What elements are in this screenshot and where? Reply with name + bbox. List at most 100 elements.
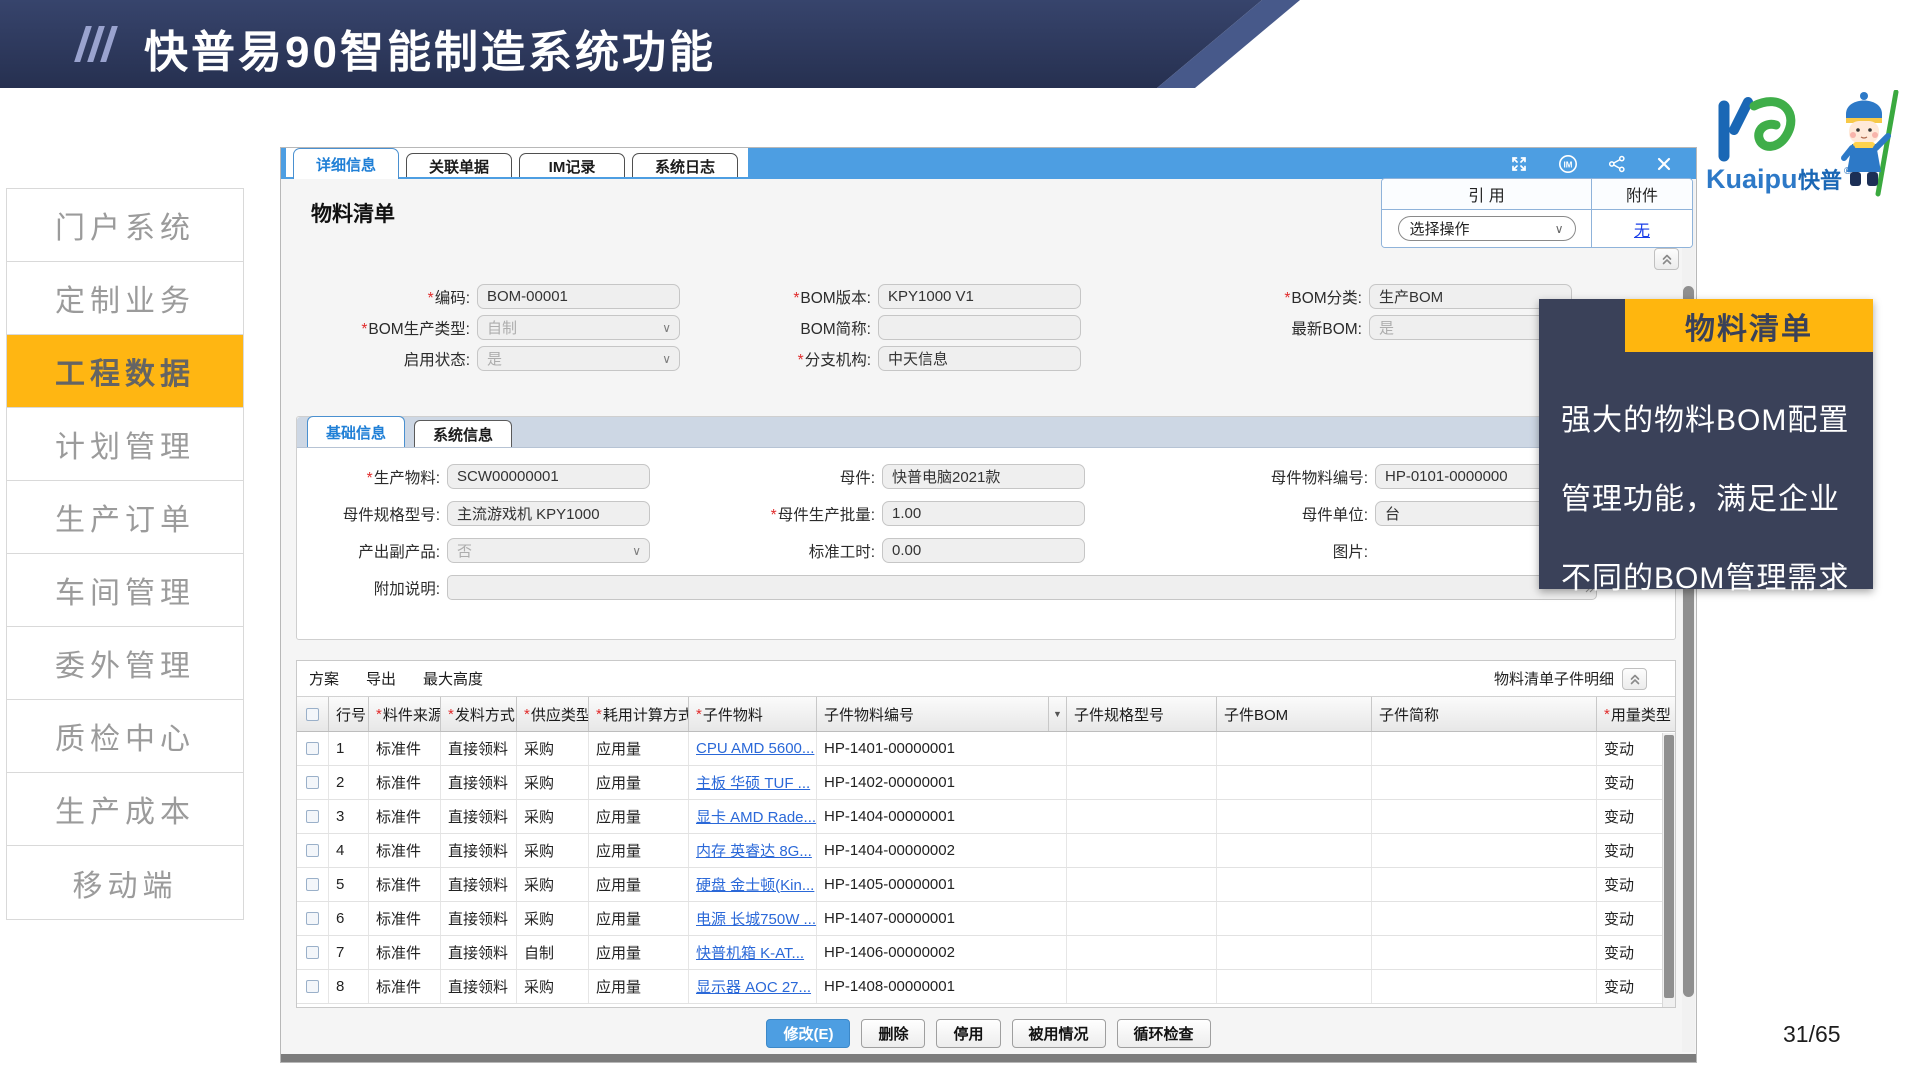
- field-value: 台: [1385, 503, 1400, 524]
- expand-icon[interactable]: [1510, 155, 1528, 173]
- cell-check[interactable]: [297, 902, 329, 935]
- cell-item[interactable]: 硬盘 金士顿(Kin...: [689, 868, 817, 901]
- sidebar-item-9[interactable]: 生产成本: [7, 773, 243, 846]
- field-parent-item-input[interactable]: 快普电脑2021款: [882, 464, 1085, 489]
- cell-supply: 采购: [517, 732, 589, 765]
- field-code-input[interactable]: BOM-00001: [477, 284, 680, 309]
- table-row[interactable]: 8标准件直接领料采购应用量显示器 AOC 27...HP-1408-000000…: [297, 970, 1675, 1004]
- cell-check[interactable]: [297, 732, 329, 765]
- field-branch-input[interactable]: 中天信息: [878, 346, 1081, 371]
- sidebar-item-3[interactable]: 工程数据: [7, 335, 243, 408]
- window-horizontal-scrollbar[interactable]: [281, 1054, 1696, 1062]
- field-enabled-status-select[interactable]: 是∨: [477, 346, 680, 371]
- sidebar-item-7[interactable]: 委外管理: [7, 627, 243, 700]
- required-asterisk: *: [798, 352, 804, 369]
- chevron-down-icon: ∨: [1555, 222, 1564, 236]
- field-bom-production-type: *BOM生产类型:自制∨: [281, 312, 680, 343]
- field-value: 1.00: [892, 505, 921, 522]
- row-checkbox[interactable]: [306, 776, 319, 789]
- row-checkbox[interactable]: [306, 844, 319, 857]
- attachment-link[interactable]: 无: [1634, 217, 1650, 241]
- tab-4[interactable]: 系统日志: [632, 153, 738, 179]
- share-icon[interactable]: [1608, 155, 1626, 173]
- sidebar-item-4[interactable]: 计划管理: [7, 408, 243, 481]
- cell-line_no: 7: [329, 936, 369, 969]
- grid-toolbar-item-3[interactable]: 最大高度: [423, 668, 483, 689]
- collapse-panel-button[interactable]: [1654, 248, 1679, 270]
- sidebar-item-10[interactable]: 移动端: [7, 846, 243, 919]
- table-row[interactable]: 2标准件直接领料采购应用量主板 华硕 TUF ...HP-1402-000000…: [297, 766, 1675, 800]
- row-checkbox[interactable]: [306, 878, 319, 891]
- field-bom-production-type-select[interactable]: 自制∨: [477, 315, 680, 340]
- cycle-check-button[interactable]: 循环检查: [1117, 1019, 1211, 1048]
- cell-item[interactable]: 显示器 AOC 27...: [689, 970, 817, 1003]
- operation-select[interactable]: 选择操作 ∨: [1398, 216, 1576, 241]
- sidebar-item-5[interactable]: 生产订单: [7, 481, 243, 554]
- modify-button[interactable]: 修改(E): [766, 1019, 850, 1048]
- table-row[interactable]: 1标准件直接领料采购应用量CPU AMD 5600...HP-1401-0000…: [297, 732, 1675, 766]
- table-row[interactable]: 6标准件直接领料采购应用量电源 长城750W ...HP-1407-000000…: [297, 902, 1675, 936]
- table-row[interactable]: 5标准件直接领料采购应用量硬盘 金士顿(Kin...HP-1405-000000…: [297, 868, 1675, 902]
- field-production-material-input[interactable]: SCW00000001: [447, 464, 650, 489]
- cell-item[interactable]: 内存 英睿达 8G...: [689, 834, 817, 867]
- subtab-1[interactable]: 基础信息: [307, 416, 405, 447]
- row-checkbox[interactable]: [306, 946, 319, 959]
- sidebar-item-8[interactable]: 质检中心: [7, 700, 243, 773]
- grid-toolbar-item-2[interactable]: 导出: [366, 668, 396, 689]
- cell-issue: 直接领料: [441, 868, 517, 901]
- grid-col-header-short: 子件简称: [1372, 697, 1597, 731]
- table-row[interactable]: 3标准件直接领料采购应用量显卡 AMD Rade...HP-1404-00000…: [297, 800, 1675, 834]
- cell-item[interactable]: 电源 长城750W ...: [689, 902, 817, 935]
- field-production-material: *生产物料:SCW00000001: [297, 461, 650, 492]
- required-asterisk: *: [1604, 706, 1610, 723]
- field-standard-hours-input[interactable]: 0.00: [882, 538, 1085, 563]
- im-icon[interactable]: IM: [1558, 154, 1578, 174]
- collapse-grid-button[interactable]: [1622, 668, 1647, 690]
- sidebar-item-1[interactable]: 门户系统: [7, 189, 243, 262]
- cell-item[interactable]: CPU AMD 5600...: [689, 732, 817, 765]
- sidebar-item-6[interactable]: 车间管理: [7, 554, 243, 627]
- disable-button[interactable]: 停用: [936, 1019, 1000, 1048]
- field-by-product-select[interactable]: 否∨: [447, 538, 650, 563]
- column-filter-icon[interactable]: ▼: [1048, 697, 1066, 731]
- field-bom-short-name-input[interactable]: [878, 315, 1081, 340]
- subtab-2[interactable]: 系统信息: [414, 420, 512, 447]
- table-row[interactable]: 4标准件直接领料采购应用量内存 英睿达 8G...HP-1404-0000000…: [297, 834, 1675, 868]
- cell-item[interactable]: 快普机箱 K-AT...: [689, 936, 817, 969]
- grid-scrollbar-thumb[interactable]: [1664, 735, 1674, 998]
- field-extra-note-input[interactable]: [447, 575, 1597, 600]
- field-parent-batch-input[interactable]: 1.00: [882, 501, 1085, 526]
- used-info-button[interactable]: 被用情况: [1012, 1019, 1106, 1048]
- required-asterisk: *: [376, 706, 382, 723]
- grid-vertical-scrollbar[interactable]: [1662, 733, 1675, 1007]
- callout-badge: 物料清单: [1625, 299, 1873, 352]
- tab-2[interactable]: 关联单据: [406, 153, 512, 179]
- sidebar-item-2[interactable]: 定制业务: [7, 262, 243, 335]
- cell-calc: 应用量: [589, 868, 689, 901]
- field-parent-spec-input[interactable]: 主流游戏机 KPY1000: [447, 501, 650, 526]
- cell-item[interactable]: 显卡 AMD Rade...: [689, 800, 817, 833]
- row-checkbox[interactable]: [306, 742, 319, 755]
- table-row[interactable]: 7标准件直接领料自制应用量快普机箱 K-AT...HP-1406-0000000…: [297, 936, 1675, 970]
- tab-1[interactable]: 详细信息: [293, 148, 399, 179]
- cell-check[interactable]: [297, 834, 329, 867]
- tab-3[interactable]: IM记录: [519, 153, 625, 179]
- row-checkbox[interactable]: [306, 912, 319, 925]
- cell-check[interactable]: [297, 868, 329, 901]
- delete-button[interactable]: 删除: [861, 1019, 925, 1048]
- cell-check[interactable]: [297, 800, 329, 833]
- select-all-checkbox[interactable]: [306, 708, 319, 721]
- close-icon[interactable]: [1656, 156, 1672, 172]
- field-bom-version-input[interactable]: KPY1000 V1: [878, 284, 1081, 309]
- cell-issue: 直接领料: [441, 970, 517, 1003]
- row-checkbox[interactable]: [306, 810, 319, 823]
- field-label: BOM简称:: [680, 317, 878, 339]
- row-checkbox[interactable]: [306, 980, 319, 993]
- cell-item[interactable]: 主板 华硕 TUF ...: [689, 766, 817, 799]
- grid-toolbar-item-1[interactable]: 方案: [309, 668, 339, 689]
- cell-calc: 应用量: [589, 902, 689, 935]
- cell-check[interactable]: [297, 936, 329, 969]
- cell-check[interactable]: [297, 766, 329, 799]
- cell-check[interactable]: [297, 970, 329, 1003]
- bom-header-form: *编码:BOM-00001*BOM版本:KPY1000 V1*BOM分类:生产B…: [281, 281, 1693, 374]
